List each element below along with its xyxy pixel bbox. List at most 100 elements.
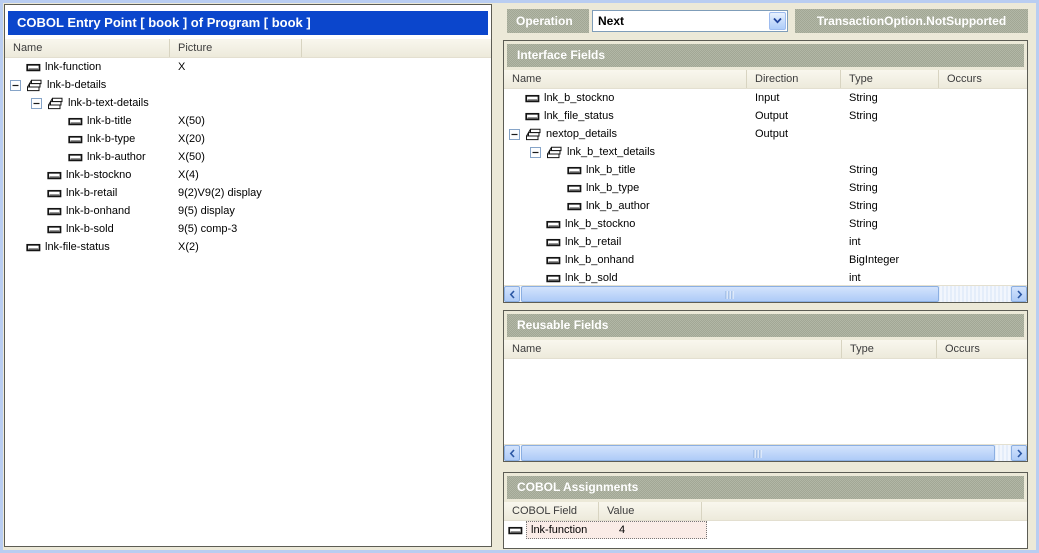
tree-value-cell: Input [747,89,841,107]
tree-indent [5,139,52,140]
minus-expander-icon[interactable] [530,147,541,158]
interface-horizontal-scrollbar[interactable] [504,285,1027,302]
tree-row[interactable]: lnk_b_typeString [504,179,1027,197]
tree-value-cell: X(50) [170,148,491,166]
operation-selected-value: Next [593,14,768,28]
reusable-fields-group: Reusable Fields NameTypeOccurs [503,310,1028,462]
tree-row[interactable]: nextop_details Output [504,125,1027,143]
tree-row[interactable]: lnk_file_statusOutputString [504,107,1027,125]
tree-value-cell: 9(2)V9(2) display [170,184,491,202]
tree-value-cell [747,143,841,161]
tree-value-cell [939,125,1027,143]
minus-expander-icon[interactable] [10,80,21,91]
tree-row[interactable]: lnk_b_onhandBigInteger [504,251,1027,269]
cobol-assignment-row[interactable]: lnk-function4 [504,521,1027,539]
tree-row[interactable]: lnk-b-sold9(5) comp-3 [5,220,491,238]
minus-expander-icon[interactable] [31,98,42,109]
column-header-type: Type [841,70,939,88]
left-column-header-row: NamePicture [5,39,491,58]
tree-row[interactable]: lnk_b_soldint [504,269,1027,285]
assignment-selection[interactable]: lnk-function4 [526,521,707,539]
copybook-stack-icon [47,97,64,110]
tree-item-label: lnk-file-status [45,241,110,253]
tree-name-cell: lnk-b-author [5,148,170,166]
tree-name-cell: lnk_b_stockno [504,89,747,107]
field-icon [47,225,62,234]
tree-value-cell: String [841,215,939,233]
tree-item-label: lnk_file_status [544,110,614,122]
tree-name-cell: lnk_b_retail [504,233,747,251]
tree-row[interactable]: lnk-b-onhand9(5) display [5,202,491,220]
tree-value-cell [939,251,1027,269]
tree-value-cell: Output [747,125,841,143]
tree-value-cell [170,76,491,94]
tree-row[interactable]: lnk-b-retail 9(2)V9(2) display [5,184,491,202]
minus-expander-icon[interactable] [509,129,520,140]
scrollbar-thumb[interactable] [521,445,995,461]
tree-item-label: lnk_b_type [586,182,639,194]
tree-row[interactable]: lnk_b_stocknoInputString [504,89,1027,107]
operation-select[interactable]: Next [592,10,788,32]
tree-row[interactable]: lnk_b_stockno String [504,215,1027,233]
tree-row[interactable]: lnk_b_text_details [504,143,1027,161]
scrollbar-thumb[interactable] [521,286,939,302]
cobol-field-value[interactable]: 4 [603,524,706,536]
scrollbar-track[interactable] [520,445,1011,461]
reusable-column-header-row: NameTypeOccurs [504,340,1027,359]
column-header-filler [702,502,1027,520]
tree-item-label: lnk-b-sold [66,223,114,235]
tree-row[interactable]: lnk-functionX [5,58,491,76]
cobol-entry-point-title: COBOL Entry Point [ book ] of Program [ … [8,11,488,35]
tree-name-cell: lnk_b_type [504,179,747,197]
tree-indent [504,242,530,243]
tree-value-cell: X(50) [170,112,491,130]
tree-row[interactable]: lnk-b-details [5,76,491,94]
scrollbar-track[interactable] [520,286,1011,302]
tree-name-cell: lnk_b_sold [504,269,747,285]
column-header-picture: Picture [170,39,302,57]
column-header-filler [983,70,1027,88]
scroll-right-button[interactable] [1011,445,1027,461]
tree-row[interactable]: lnk-b-text-details [5,94,491,112]
tree-value-cell: String [841,107,939,125]
tree-item-label: lnk_b_author [586,200,650,212]
tree-value-cell [939,89,1027,107]
tree-item-label: lnk-b-onhand [66,205,130,217]
tree-value-cell [841,125,939,143]
tree-indent [504,278,530,279]
tree-name-cell: lnk-b-retail [5,184,170,202]
tree-value-cell [747,251,841,269]
tree-name-cell: lnk-function [5,58,170,76]
cobol-assignments-column-header-row: COBOL FieldValue [504,502,1027,521]
scroll-right-button[interactable] [1011,286,1027,302]
tree-value-cell [939,233,1027,251]
tree-row[interactable]: lnk-b-stocknoX(4) [5,166,491,184]
tree-value-cell [939,197,1027,215]
tree-row[interactable]: lnk-b-authorX(50) [5,148,491,166]
tree-value-cell: String [841,161,939,179]
field-icon [567,202,582,211]
tree-row[interactable]: lnk-b-typeX(20) [5,130,491,148]
field-icon [26,243,41,252]
tree-row[interactable]: lnk_b_authorString [504,197,1027,215]
tree-item-label: lnk_b_stockno [565,218,635,230]
reusable-horizontal-scrollbar[interactable] [504,444,1027,461]
tree-name-cell: lnk-b-details [5,76,170,94]
column-header-cobol-field: COBOL Field [504,502,599,520]
tree-name-cell: lnk_file_status [504,107,747,125]
tree-indent [504,188,551,189]
tree-row[interactable]: lnk_b_retailint [504,233,1027,251]
tree-row[interactable]: lnk-file-statusX(2) [5,238,491,256]
combo-dropdown-button[interactable] [769,12,786,30]
tree-row[interactable]: lnk-b-titleX(50) [5,112,491,130]
tree-item-label: nextop_details [546,128,617,140]
tree-item-label: lnk-b-retail [66,187,117,199]
scroll-left-button[interactable] [504,286,520,302]
tree-value-cell: X(20) [170,130,491,148]
field-icon [47,171,62,180]
scroll-left-button[interactable] [504,445,520,461]
operation-label: Operation [507,9,589,33]
scrollbar-grip [754,450,763,458]
tree-row[interactable]: lnk_b_titleString [504,161,1027,179]
tree-name-cell: lnk-b-stockno [5,166,170,184]
